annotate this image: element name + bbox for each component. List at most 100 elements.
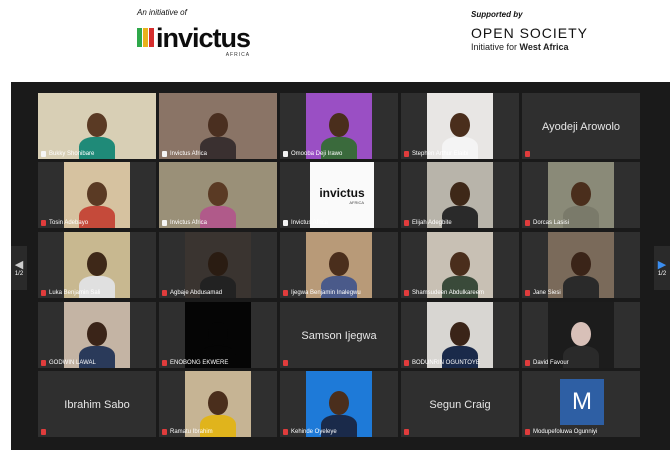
participant-name-label: Invictus Africa <box>162 151 207 157</box>
chevron-left-icon: ◀ <box>14 258 24 271</box>
mic-muted-icon <box>525 290 530 296</box>
participant-name: Ramatu Ibrahim <box>170 429 213 435</box>
participant-name-label: Modupefoluwa Ogunniyi <box>525 429 597 435</box>
participant-name-label: Dorcas Lasisi <box>525 220 569 226</box>
participant-tile[interactable]: Invictus Africa <box>159 93 277 159</box>
mic-muted-icon <box>283 429 288 435</box>
banner: An initiative of invictus AFRICA Support… <box>0 0 670 82</box>
mic-muted-icon <box>162 429 167 435</box>
participant-tile[interactable]: Segun Craig <box>401 371 519 437</box>
participant-name-label: Invictus Africa <box>162 220 207 226</box>
video-feed <box>38 93 156 159</box>
participant-tile[interactable]: Kehinde Oyeleye <box>280 371 398 437</box>
next-page-button[interactable]: ▶ 1/2 <box>654 246 670 290</box>
person-head <box>208 252 228 276</box>
mic-muted-icon <box>41 290 46 296</box>
participant-name: Kehinde Oyeleye <box>291 429 337 435</box>
video-feed <box>427 162 493 228</box>
participant-tile[interactable]: Stephen Arthur Elaibi <box>401 93 519 159</box>
participant-name-label: Bukky Shonibare <box>41 151 94 157</box>
participant-tile[interactable]: invictus AFRICA Invictus Africa <box>280 162 398 228</box>
participant-tile[interactable]: Elijah Adegbite <box>401 162 519 228</box>
person-body <box>563 276 599 298</box>
page-indicator-left: 1/2 <box>14 270 24 277</box>
logo-bar-green <box>137 28 142 47</box>
participant-tile[interactable]: Omooba Deji Irawo <box>280 93 398 159</box>
participant-tile[interactable]: Shamsudeen Abdulkareem <box>401 232 519 298</box>
participant-name: Omooba Deji Irawo <box>291 151 343 157</box>
video-feed <box>306 232 372 298</box>
participant-tile[interactable]: Ibrahim Sabo <box>38 371 156 437</box>
participant-tile[interactable]: Tosin Adebayo <box>38 162 156 228</box>
participant-name: Bukky Shonibare <box>49 151 95 157</box>
person-head <box>208 322 228 346</box>
participant-tile[interactable]: Agbaje Abdusamad <box>159 232 277 298</box>
participant-tile[interactable]: GODWIN LAWAL <box>38 302 156 368</box>
participant-name: Invictus Africa <box>170 151 208 157</box>
mic-muted-icon <box>404 220 409 226</box>
mic-muted-icon <box>404 290 409 296</box>
participant-name-label <box>41 429 46 435</box>
participant-name: Invictus Africa <box>170 220 208 226</box>
person-head <box>450 113 470 137</box>
supported-label: Supported by <box>471 10 523 19</box>
participant-name: BODUNRIN OGUNTOYE <box>412 360 480 366</box>
person-head <box>329 113 349 137</box>
participant-tile[interactable]: Jane Siesi <box>522 232 640 298</box>
participant-tile[interactable]: Dorcas Lasisi <box>522 162 640 228</box>
participant-tile[interactable]: BODUNRIN OGUNTOYE <box>401 302 519 368</box>
mic-muted-icon <box>41 360 46 366</box>
participant-display-name: Ayodeji Arowolo <box>541 121 621 133</box>
mic-icon <box>162 220 167 226</box>
person-head <box>329 391 349 415</box>
participant-display-name: Samson Ijegwa <box>301 330 377 342</box>
person-head <box>87 182 107 206</box>
participant-name-label: Shamsudeen Abdulkareem <box>404 290 484 296</box>
participant-tile[interactable]: Samson Ijegwa <box>280 302 398 368</box>
open-society-wordmark: OPEN SOCIETY <box>471 25 589 41</box>
participant-name: Invictus Africa <box>291 220 329 226</box>
participant-name-label: Stephen Arthur Elaibi <box>404 151 468 157</box>
participant-name-label: GODWIN LAWAL <box>41 360 96 366</box>
mic-muted-icon <box>525 429 530 435</box>
participant-name: Jane Siesi <box>533 290 561 296</box>
mic-muted-icon <box>525 220 530 226</box>
participant-name-label: Jane Siesi <box>525 290 561 296</box>
invictus-wordmark: invictus <box>156 23 251 53</box>
participant-name-label: Kehinde Oyeleye <box>283 429 337 435</box>
participant-tile[interactable]: Ijegwa Benjamin Inalegwu <box>280 232 398 298</box>
participant-name: Luka Benjamin Sali <box>49 290 101 296</box>
invictus-logo-video: invictus AFRICA <box>310 162 374 228</box>
video-logo-text: invictus <box>319 185 365 200</box>
participant-tile[interactable]: Ayodeji Arowolo <box>522 93 640 159</box>
open-society-sub: Initiative for West Africa <box>471 42 569 52</box>
prev-page-button[interactable]: ◀ 1/2 <box>11 246 27 290</box>
video-feed <box>159 162 277 228</box>
participant-name: Stephen Arthur Elaibi <box>412 151 469 157</box>
participant-name-label: Invictus Africa <box>283 220 328 226</box>
participant-name-label: Elijah Adegbite <box>404 220 452 226</box>
participant-tile[interactable]: ENOBONG EKWERE <box>159 302 277 368</box>
mic-muted-icon <box>404 151 409 157</box>
person-head <box>571 252 591 276</box>
participant-tile[interactable]: Bukky Shonibare <box>38 93 156 159</box>
mic-muted-icon <box>525 151 530 157</box>
video-feed <box>427 232 493 298</box>
invictus-logo: An initiative of invictus AFRICA <box>137 8 251 58</box>
participant-name-label: Ramatu Ibrahim <box>162 429 213 435</box>
participant-name-label: Luka Benjamin Sali <box>41 290 100 296</box>
participant-name-label: ENOBONG EKWERE <box>162 360 228 366</box>
logo-bar-yellow <box>143 28 148 47</box>
participant-name: Ijegwa Benjamin Inalegwu <box>291 290 361 296</box>
participant-tile[interactable]: M Modupefoluwa Ogunniyi <box>522 371 640 437</box>
video-feed <box>185 302 251 368</box>
participant-tile[interactable]: David Favour <box>522 302 640 368</box>
mic-muted-icon <box>283 290 288 296</box>
participant-tile[interactable]: Invictus Africa <box>159 162 277 228</box>
participant-name-label: Agbaje Abdusamad <box>162 290 222 296</box>
participant-tile[interactable]: Luka Benjamin Sali <box>38 232 156 298</box>
person-head <box>450 182 470 206</box>
mic-muted-icon <box>162 290 167 296</box>
person-head <box>208 391 228 415</box>
participant-tile[interactable]: Ramatu Ibrahim <box>159 371 277 437</box>
